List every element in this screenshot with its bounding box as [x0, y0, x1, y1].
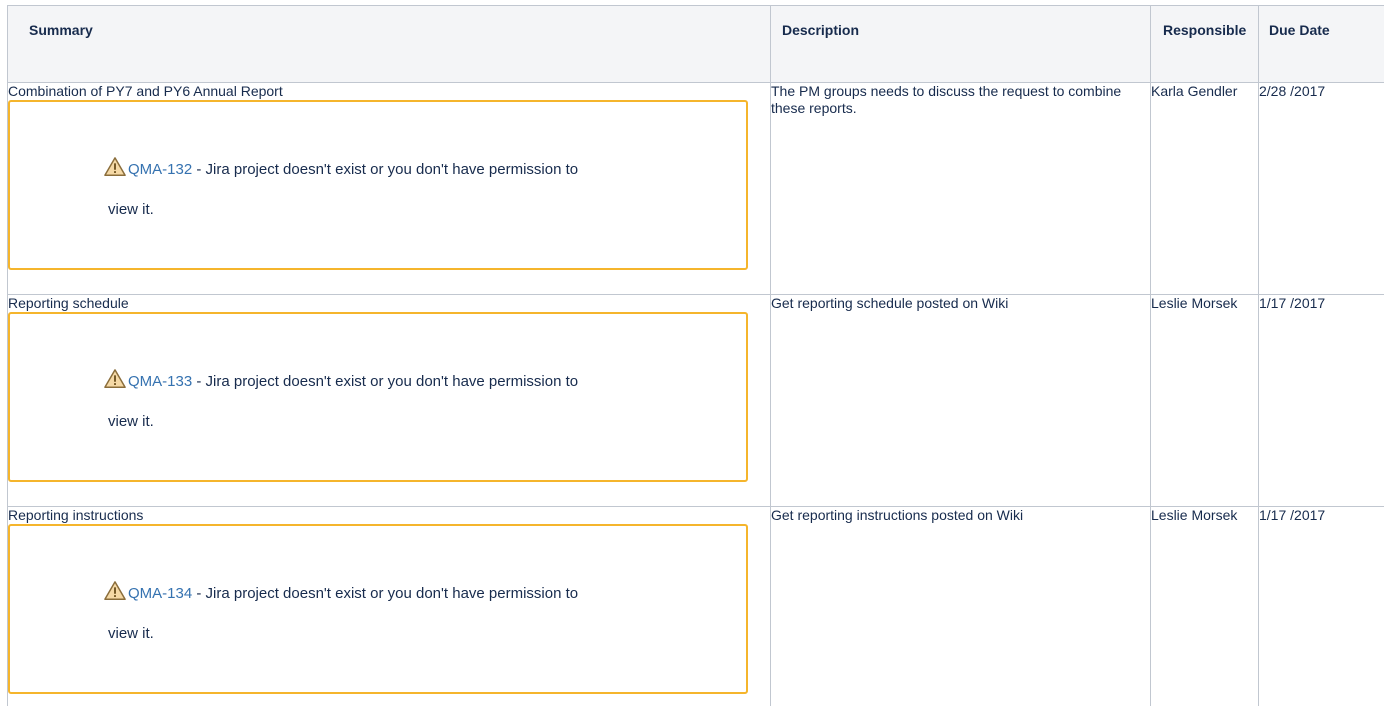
description-cell: The PM groups needs to discuss the reque… [770, 82, 1151, 295]
issue-link-qma-133[interactable]: QMA-133 [128, 373, 192, 390]
responsible-cell: Leslie Morsek [1150, 294, 1259, 507]
jira-issue-macro: QMA-132 - Jira project doesn't exist or … [8, 100, 748, 270]
warning-triangle-icon [104, 581, 126, 600]
jira-issue-line: QMA-134 - Jira project doesn't exist or … [104, 581, 579, 602]
action-items-table: Summary Description Responsible Due Date… [7, 5, 1384, 706]
page: Summary Description Responsible Due Date… [0, 0, 1384, 706]
due-date-cell: 2/28 /2017 [1258, 82, 1384, 295]
issue-error-message: - Jira project doesn't exist or you don'… [192, 161, 579, 178]
header-due-date[interactable]: Due Date [1258, 5, 1384, 83]
issue-error-message-cont: view it. [108, 625, 154, 642]
table-row: Reporting schedule QMA-133 - Jira projec… [7, 294, 1384, 507]
summary-text: Reporting schedule [8, 295, 129, 311]
table-header-row: Summary Description Responsible Due Date [7, 5, 1384, 83]
responsible-cell: Karla Gendler [1150, 82, 1259, 295]
jira-issue-line: QMA-133 - Jira project doesn't exist or … [104, 369, 579, 390]
header-responsible[interactable]: Responsible [1150, 5, 1259, 83]
issue-error-message-cont: view it. [108, 201, 154, 218]
description-cell: Get reporting instructions posted on Wik… [770, 506, 1151, 706]
header-summary[interactable]: Summary [7, 5, 771, 83]
table-row: Reporting instructions QMA-134 - Jira pr… [7, 506, 1384, 706]
warning-triangle-icon [104, 369, 126, 388]
summary-cell: Reporting schedule QMA-133 - Jira projec… [7, 294, 771, 507]
issue-error-message: - Jira project doesn't exist or you don'… [192, 373, 579, 390]
summary-text: Reporting instructions [8, 507, 144, 523]
header-description[interactable]: Description [770, 5, 1151, 83]
issue-error-message-cont: view it. [108, 413, 154, 430]
responsible-cell: Leslie Morsek [1150, 506, 1259, 706]
summary-cell: Reporting instructions QMA-134 - Jira pr… [7, 506, 771, 706]
table-row: Combination of PY7 and PY6 Annual Report… [7, 82, 1384, 295]
issue-link-qma-132[interactable]: QMA-132 [128, 161, 192, 178]
issue-error-message: - Jira project doesn't exist or you don'… [192, 585, 579, 602]
summary-text: Combination of PY7 and PY6 Annual Report [8, 83, 283, 99]
description-cell: Get reporting schedule posted on Wiki [770, 294, 1151, 507]
jira-issue-macro: QMA-133 - Jira project doesn't exist or … [8, 312, 748, 482]
due-date-cell: 1/17 /2017 [1258, 506, 1384, 706]
warning-triangle-icon [104, 157, 126, 176]
issue-link-qma-134[interactable]: QMA-134 [128, 585, 192, 602]
due-date-cell: 1/17 /2017 [1258, 294, 1384, 507]
jira-issue-line: QMA-132 - Jira project doesn't exist or … [104, 157, 579, 178]
summary-cell: Combination of PY7 and PY6 Annual Report… [7, 82, 771, 295]
jira-issue-macro: QMA-134 - Jira project doesn't exist or … [8, 524, 748, 694]
